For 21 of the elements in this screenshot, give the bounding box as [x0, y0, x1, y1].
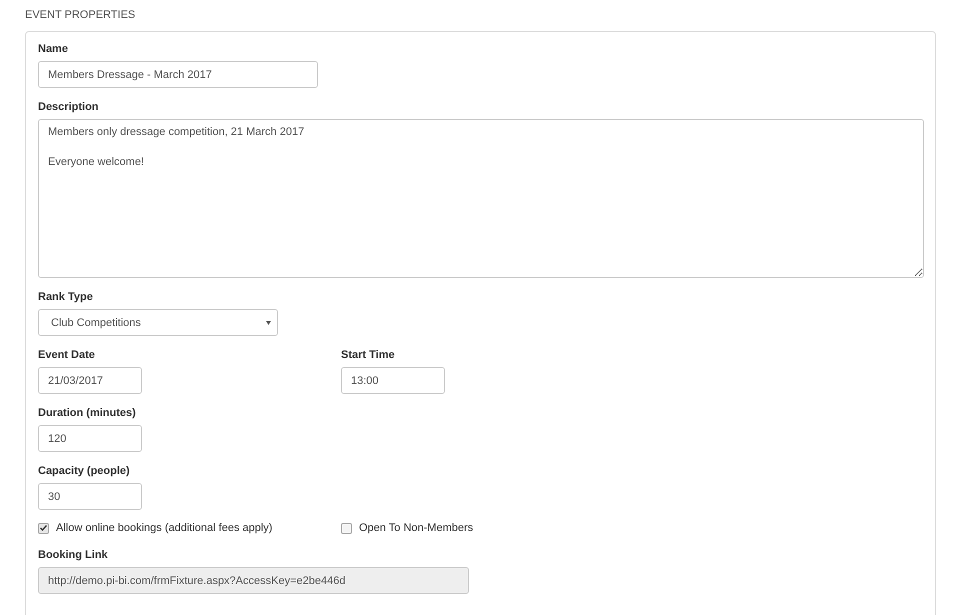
input-field[interactable]: Members Dressage - March 2017: [38, 61, 318, 88]
dropdown[interactable]: Club Competitions: [38, 309, 278, 336]
field-label: Booking Link: [38, 548, 109, 562]
field-label: Event Date: [38, 348, 96, 362]
section-title: EVENT PROPERTIES: [25, 9, 136, 22]
input-field[interactable]: 30: [38, 483, 142, 510]
field-label: Rank Type: [38, 290, 94, 304]
checkbox-label: Allow online bookings (additional fees apply): [56, 522, 272, 534]
checkbox-label: Open To Non-Members: [359, 522, 474, 534]
field-label: Start Time: [341, 348, 396, 362]
input-field[interactable]: 13:00: [341, 367, 445, 394]
field-label: Capacity (people): [38, 464, 131, 478]
input-field[interactable]: 21/03/2017: [38, 367, 142, 394]
text-area[interactable]: Members only dressage competition, 21 March 2017 Everyone welcome!: [38, 119, 924, 278]
input-field[interactable]: 120: [38, 425, 142, 452]
field-label: Duration (minutes): [38, 406, 137, 420]
checkbox[interactable]: [38, 522, 49, 534]
field-label: Name: [38, 42, 69, 56]
caret-icon: [266, 320, 271, 324]
field-label: Description: [38, 100, 100, 114]
checkbox[interactable]: [341, 522, 352, 534]
